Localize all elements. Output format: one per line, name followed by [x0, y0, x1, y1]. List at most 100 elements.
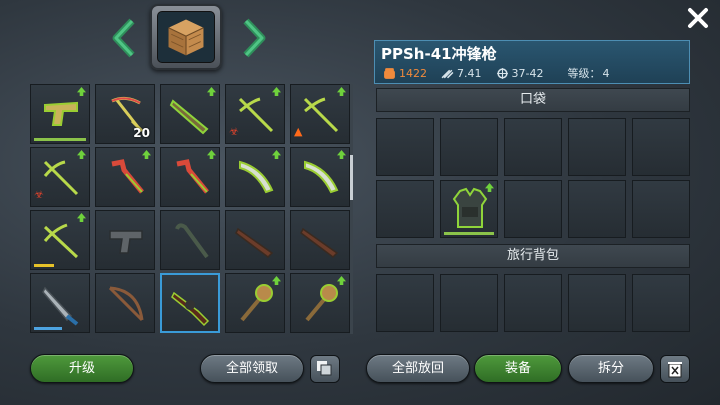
inventory-scrollbar[interactable] — [350, 84, 353, 334]
inventory-slot-toxic-crossbow[interactable]: ☣ — [30, 147, 90, 207]
backpack-slot[interactable] — [504, 274, 562, 332]
speed-value: 7.41 — [457, 66, 482, 80]
pipe-wrench-icon — [111, 159, 144, 194]
pocket-slot[interactable] — [632, 118, 690, 176]
shotgun-icon — [235, 227, 274, 258]
disassemble-button[interactable]: 拆分 — [568, 354, 654, 383]
stack-toggle-button[interactable] — [310, 355, 340, 383]
pistol-icon — [44, 101, 78, 126]
inventory-slot-shotgun[interactable] — [290, 210, 350, 270]
spiked-club-icon — [240, 284, 273, 322]
upgrade-arrow-icon — [337, 150, 346, 159]
upgrade-arrow-icon — [77, 87, 86, 96]
inventory-slot-machete[interactable] — [225, 147, 285, 207]
fire-icon: ▲ — [294, 125, 303, 138]
durability-bar — [34, 264, 54, 267]
damage-icon — [496, 67, 508, 79]
machete-icon — [42, 286, 79, 326]
machete-icon — [239, 160, 274, 194]
bow-icon — [238, 97, 274, 133]
inventory-slot-machete[interactable] — [30, 273, 90, 333]
biohazard-icon: ☣ — [229, 125, 239, 138]
equip-button[interactable]: 装备 — [474, 354, 562, 383]
inventory-slot-shotgun[interactable] — [160, 84, 220, 144]
speed-icon — [441, 69, 454, 78]
bow-icon — [303, 97, 339, 133]
crate-icon — [168, 19, 204, 56]
crowbar-icon — [175, 223, 209, 259]
shotgun-icon — [169, 99, 209, 135]
chevron-right-icon — [243, 18, 266, 58]
collect-all-button[interactable]: 全部领取 — [200, 354, 304, 383]
inventory-slot-pistol[interactable] — [30, 84, 90, 144]
inventory-slot-smg-selected[interactable] — [160, 273, 220, 333]
durability-bar — [444, 232, 494, 235]
upgrade-arrow-icon — [272, 87, 281, 96]
return-all-button[interactable]: 全部放回 — [366, 354, 470, 383]
upgrade-arrow-icon — [272, 276, 281, 285]
inventory-slot-crowbar[interactable] — [160, 210, 220, 270]
pocket-section-title: 口袋 — [376, 88, 690, 112]
backpack-slot[interactable] — [440, 274, 498, 332]
inventory-slot-crossbow[interactable]: 20 — [95, 84, 155, 144]
inventory-slot-mace[interactable] — [290, 273, 350, 333]
pocket-slot[interactable] — [376, 180, 434, 238]
inventory-slot-toxic-bow[interactable] — [30, 210, 90, 270]
next-arrow-button[interactable] — [242, 18, 268, 58]
item-stats: 1422 7.41 37-42 等级： 4 — [383, 65, 623, 81]
upgrade-arrow-icon — [485, 183, 494, 192]
pocket-slot[interactable] — [568, 118, 626, 176]
pocket-slot[interactable] — [632, 180, 690, 238]
close-icon — [688, 8, 708, 28]
level-label: 等级： — [567, 67, 601, 80]
inventory-scroll-thumb[interactable] — [350, 155, 353, 200]
biohazard-icon: ☣ — [34, 188, 44, 201]
chevron-left-icon — [112, 18, 135, 58]
pocket-slot[interactable] — [504, 118, 562, 176]
inventory-slot-bow[interactable] — [95, 273, 155, 333]
inventory-slot-shotgun[interactable] — [225, 210, 285, 270]
category-crate-button[interactable] — [150, 4, 222, 70]
fist-icon — [384, 67, 395, 79]
armor-vest-icon — [452, 187, 488, 228]
pocket-slot[interactable] — [440, 118, 498, 176]
trash-icon — [668, 362, 682, 378]
inventory-slot-wrench[interactable] — [160, 147, 220, 207]
backpack-slot[interactable] — [568, 274, 626, 332]
bow-icon — [43, 223, 79, 259]
prev-arrow-button[interactable] — [110, 18, 136, 58]
upgrade-arrow-icon — [77, 150, 86, 159]
pipe-wrench-icon — [176, 159, 209, 194]
backpack-section-title: 旅行背包 — [376, 244, 690, 268]
speed-stat: 7.41 — [441, 67, 482, 80]
upgrade-arrow-icon — [207, 87, 216, 96]
inventory-slot-toxic-bow[interactable]: ☣ — [225, 84, 285, 144]
inventory-slot-fire-bow[interactable]: ▲ — [290, 84, 350, 144]
upgrade-button[interactable]: 升级 — [30, 354, 134, 383]
inventory-slot-handgun[interactable] — [95, 210, 155, 270]
pocket-slot[interactable] — [568, 180, 626, 238]
handgun-icon — [109, 230, 143, 254]
durability-bar — [34, 138, 86, 141]
pocket-slot[interactable] — [504, 180, 562, 238]
backpack-slot[interactable] — [376, 274, 434, 332]
discard-button[interactable] — [660, 355, 690, 383]
level-value: 4 — [602, 66, 610, 80]
inventory-slot-mace[interactable] — [225, 273, 285, 333]
item-info-panel: PPSh-41冲锋枪 1422 7.41 37-42 等级： 4 — [374, 40, 690, 84]
stack-icon — [317, 361, 332, 376]
shotgun-icon — [300, 227, 339, 258]
inventory-slot-wrench[interactable] — [95, 147, 155, 207]
spiked-club-icon — [305, 284, 338, 322]
backpack-slot[interactable] — [632, 274, 690, 332]
power-value: 1422 — [399, 66, 427, 80]
level-stat: 等级： 4 — [567, 65, 609, 81]
close-button[interactable] — [686, 6, 710, 30]
pocket-slot[interactable] — [376, 118, 434, 176]
upgrade-arrow-icon — [337, 276, 346, 285]
damage-stat: 37-42 — [496, 67, 543, 80]
bow-icon — [108, 286, 144, 322]
pocket-slot-armor[interactable] — [440, 180, 498, 238]
inventory-slot-machete[interactable] — [290, 147, 350, 207]
item-count: 20 — [133, 126, 150, 140]
